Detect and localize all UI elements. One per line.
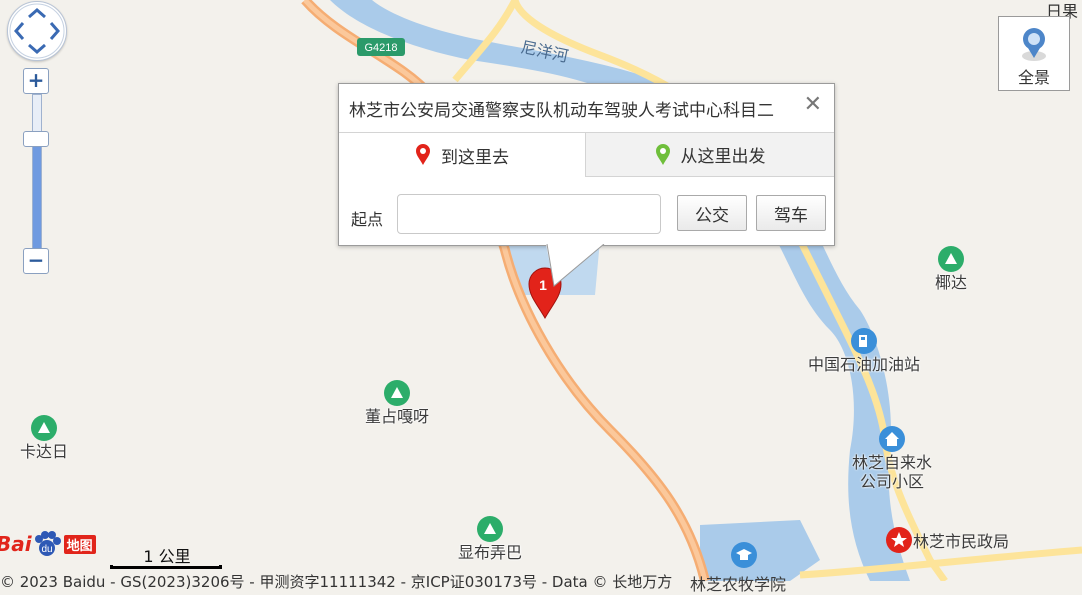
poi-yeda[interactable]: 椰达 <box>935 245 967 292</box>
zoom-control[interactable]: + − <box>23 68 49 276</box>
tab-to-here[interactable]: 到这里去 <box>339 133 585 177</box>
green-pin-icon <box>655 143 670 165</box>
info-popup: 林芝市公安局交通警察支队机动车驾驶人考试中心科目二 ✕ 到这里去 从这里出发 起… <box>338 83 835 246</box>
direction-tabs: 到这里去 从这里出发 <box>339 132 834 178</box>
start-input[interactable] <box>397 194 661 234</box>
start-label: 起点 <box>351 210 384 229</box>
zoom-out-button[interactable]: − <box>23 248 49 274</box>
poi-dongzhan[interactable]: 董占嘎呀 <box>365 379 429 426</box>
poi-label: 显布弄巴 <box>458 543 523 562</box>
school-icon <box>731 542 757 568</box>
government-icon <box>886 527 912 553</box>
panorama-label: 全景 <box>1017 68 1050 87</box>
scenic-icon <box>477 516 503 542</box>
tab-from-here-label: 从这里出发 <box>680 147 766 167</box>
poi-agri-college[interactable]: 林芝农牧学院 <box>690 541 786 594</box>
close-icon[interactable]: ✕ <box>804 94 822 116</box>
poi-kadari[interactable]: 卡达日 <box>20 414 68 461</box>
red-pin-icon <box>416 144 430 165</box>
paw-icon: du <box>34 531 61 556</box>
poi-label: 林芝市民政局 <box>913 532 1010 551</box>
scenic-icon <box>938 246 964 272</box>
zoom-slider-thumb[interactable] <box>23 130 49 147</box>
tab-from-here[interactable]: 从这里出发 <box>585 133 834 177</box>
svg-text:du: du <box>41 544 52 555</box>
tab-to-here-label: 到这里去 <box>441 147 509 168</box>
logo-text: Bai <box>0 532 32 556</box>
zoom-slider-track[interactable] <box>32 94 42 252</box>
poi-xianbu[interactable]: 显布弄巴 <box>458 515 522 562</box>
route-form: 起点 公交 驾车 <box>339 194 834 234</box>
panorama-button[interactable]: 全景 <box>998 16 1070 91</box>
poi-label: 董占嘎呀 <box>365 407 430 426</box>
scale-bar <box>110 565 222 569</box>
residential-icon <box>879 426 905 452</box>
pan-arrows-icon <box>9 3 65 59</box>
scenic-icon <box>384 380 410 406</box>
zoom-in-button[interactable]: + <box>23 68 49 94</box>
panorama-icon <box>1022 28 1046 61</box>
scale-control: 1 公里 <box>110 543 224 569</box>
logo-map-badge: 地图 <box>63 534 96 554</box>
drive-button[interactable]: 驾车 <box>756 195 826 231</box>
copyright-text: © 2023 Baidu - GS(2023)3206号 - 甲测资字11111… <box>0 573 673 591</box>
baidu-logo[interactable]: Bai du 地图 <box>0 530 96 558</box>
poi-label: 林芝农牧学院 <box>690 575 787 594</box>
poi-label: 林芝自来水公司小区 <box>851 453 932 491</box>
scale-label: 1 公里 <box>143 547 191 566</box>
poi-label: 椰达 <box>935 273 968 292</box>
poi-gas-station[interactable]: 中国石油加油站 <box>808 327 920 374</box>
popup-title: 林芝市公安局交通警察支队机动车驾驶人考试中心科目二 <box>349 101 774 121</box>
poi-label: 中国石油加油站 <box>808 355 921 374</box>
svg-text:G4218: G4218 <box>364 42 397 54</box>
bus-button[interactable]: 公交 <box>677 195 747 231</box>
poi-label: 卡达日 <box>20 442 69 461</box>
popup-pointer <box>546 244 605 287</box>
pan-control[interactable] <box>7 1 67 61</box>
zoom-slider-fill <box>33 138 41 251</box>
gas-station-icon <box>851 328 877 354</box>
scenic-icon <box>31 415 57 441</box>
poi-water-company[interactable]: 林芝自来水公司小区 <box>846 425 938 491</box>
road-shield: G4218 <box>357 38 405 56</box>
poi-civil-affairs[interactable]: 林芝市民政局 <box>885 526 1009 554</box>
